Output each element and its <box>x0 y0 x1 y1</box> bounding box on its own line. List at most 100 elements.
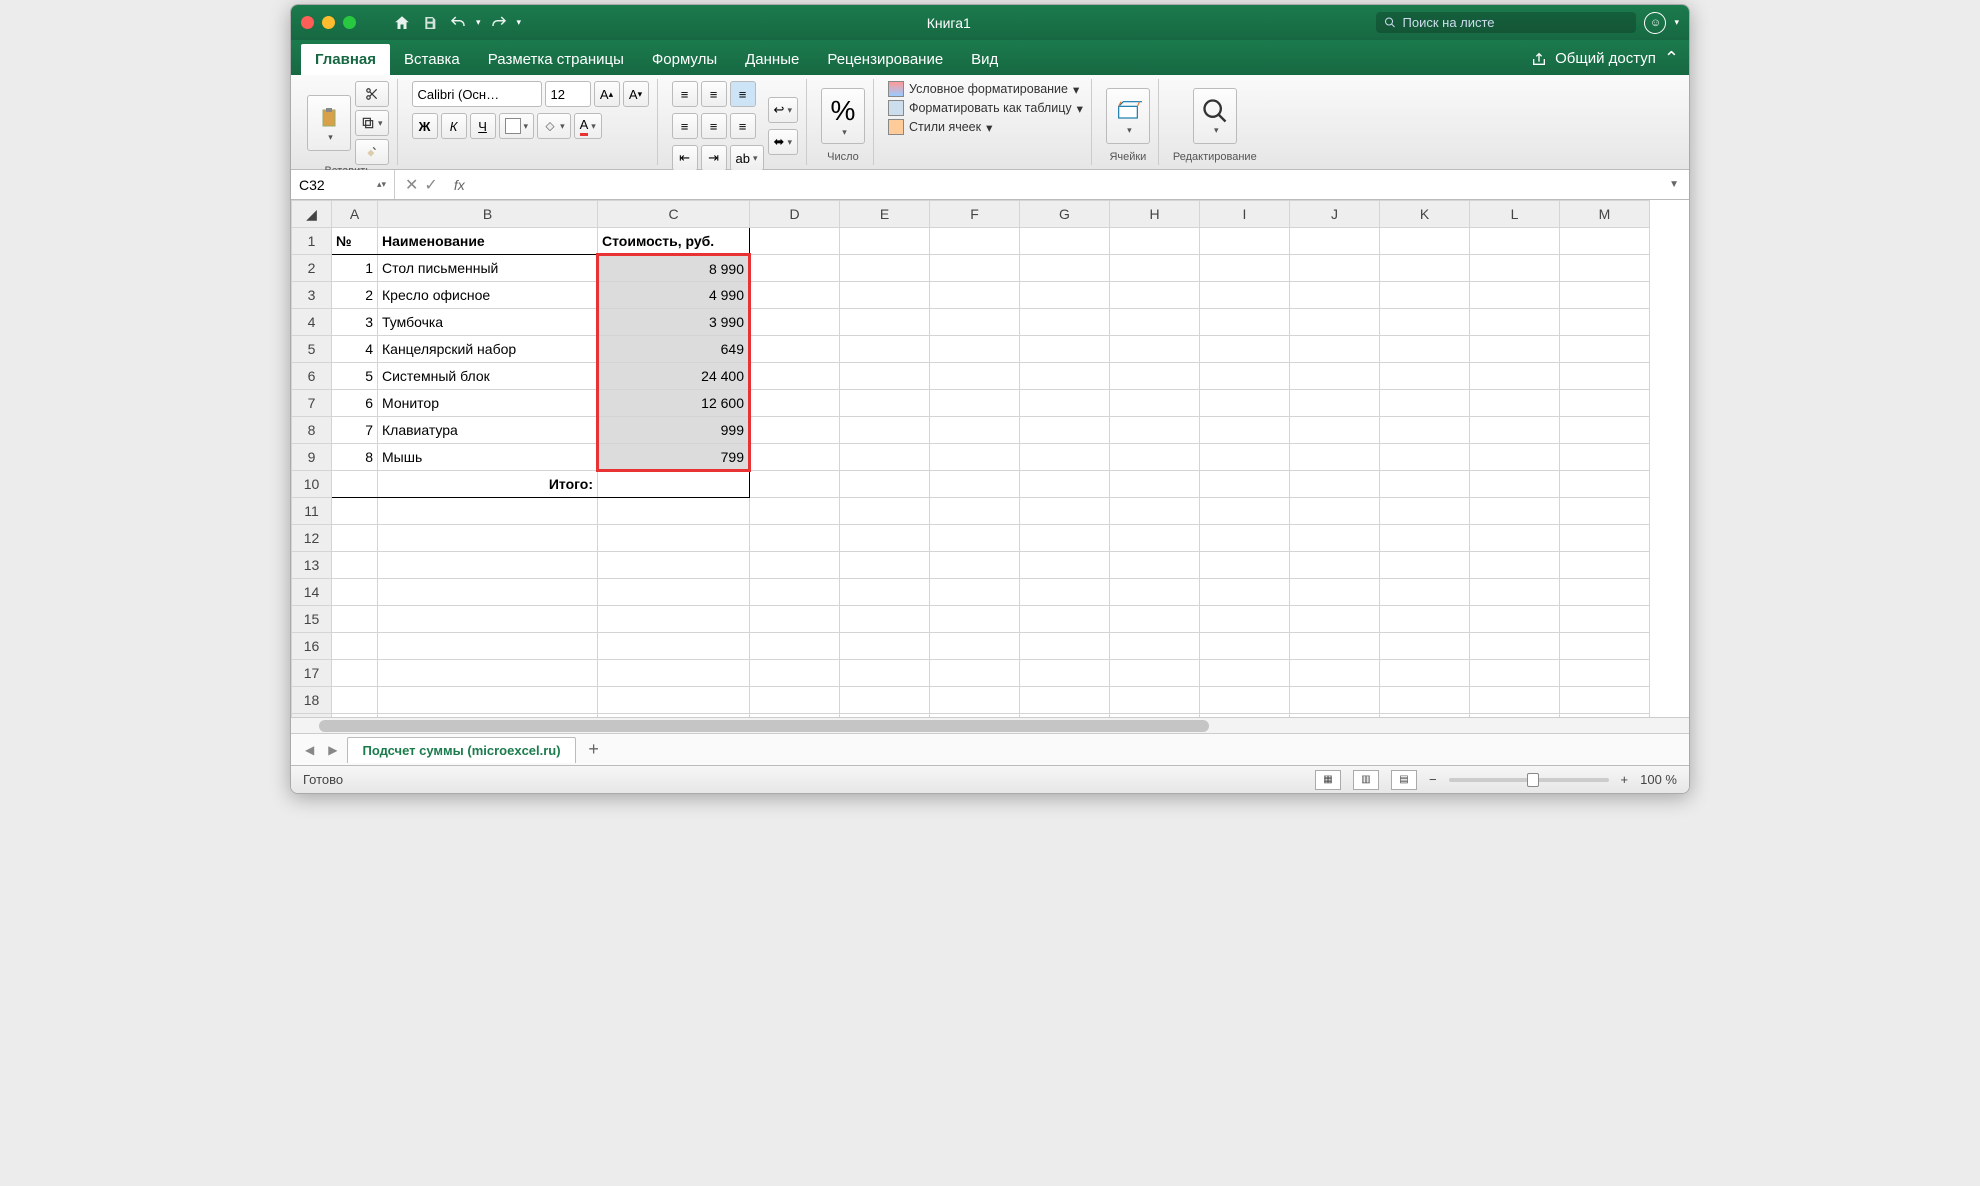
paste-button[interactable] <box>307 95 351 151</box>
cell[interactable]: 1 <box>332 255 378 282</box>
search-input[interactable] <box>1403 15 1629 30</box>
minimize-icon[interactable] <box>322 16 335 29</box>
editing-button[interactable] <box>1193 88 1237 144</box>
cell[interactable]: Клавиатура <box>378 417 598 444</box>
font-name-select[interactable] <box>412 81 542 107</box>
row-header[interactable]: 17 <box>292 660 332 687</box>
cut-button[interactable] <box>355 81 389 107</box>
cell-styles-button[interactable]: Стили ячеек ▾ <box>888 119 1083 135</box>
tab-formulas[interactable]: Формулы <box>638 44 731 75</box>
format-as-table-button[interactable]: Форматировать как таблицу ▾ <box>888 100 1083 116</box>
col-header[interactable]: B <box>378 201 598 228</box>
zoom-level[interactable]: 100 % <box>1640 772 1677 787</box>
increase-font-button[interactable]: A▴ <box>594 81 620 107</box>
zoom-slider[interactable] <box>1449 778 1609 782</box>
number-format-button[interactable]: % <box>821 88 865 144</box>
col-header[interactable]: M <box>1560 201 1650 228</box>
decrease-indent-button[interactable]: ⇤ <box>672 145 698 171</box>
col-header[interactable]: F <box>930 201 1020 228</box>
tab-view[interactable]: Вид <box>957 44 1012 75</box>
cell[interactable]: 2 <box>332 282 378 309</box>
cell[interactable]: 999 <box>598 417 750 444</box>
row-header[interactable]: 11 <box>292 498 332 525</box>
cell[interactable]: 6 <box>332 390 378 417</box>
align-center-button[interactable]: ≡ <box>701 113 727 139</box>
cancel-formula-icon[interactable]: ✕ <box>405 175 418 195</box>
conditional-formatting-button[interactable]: Условное форматирование ▾ <box>888 81 1083 97</box>
collapse-ribbon-icon[interactable]: ⌃ <box>1664 48 1679 69</box>
align-middle-button[interactable]: ≡ <box>701 81 727 107</box>
cell[interactable]: 5 <box>332 363 378 390</box>
prev-sheet-button[interactable]: ◀ <box>301 743 318 757</box>
enter-formula-icon[interactable]: ✓ <box>424 175 437 195</box>
home-icon[interactable] <box>392 13 412 33</box>
cell[interactable]: 3 990 <box>598 309 750 336</box>
formula-input[interactable] <box>471 177 1659 193</box>
select-all-corner[interactable]: ◢ <box>292 201 332 228</box>
col-header[interactable]: H <box>1110 201 1200 228</box>
tab-home[interactable]: Главная <box>301 44 390 75</box>
col-header[interactable]: D <box>750 201 840 228</box>
row-header[interactable]: 18 <box>292 687 332 714</box>
row-header[interactable]: 8 <box>292 417 332 444</box>
cell[interactable]: Стол письменный <box>378 255 598 282</box>
tab-review[interactable]: Рецензирование <box>813 44 957 75</box>
row-header[interactable]: 15 <box>292 606 332 633</box>
row-header[interactable]: 13 <box>292 552 332 579</box>
row-header[interactable]: 14 <box>292 579 332 606</box>
increase-indent-button[interactable]: ⇥ <box>701 145 727 171</box>
page-layout-view-button[interactable]: ▥ <box>1353 770 1379 790</box>
sheet-area[interactable]: ◢ A B C D E F G H I J K L M 1 № Наименов… <box>291 200 1689 717</box>
cell[interactable]: № <box>332 228 378 255</box>
cell[interactable]: Кресло офисное <box>378 282 598 309</box>
cell[interactable]: 3 <box>332 309 378 336</box>
col-header[interactable]: I <box>1200 201 1290 228</box>
zoom-in-button[interactable]: + <box>1621 772 1629 787</box>
italic-button[interactable]: К <box>441 113 467 139</box>
undo-icon[interactable] <box>448 13 468 33</box>
row-header[interactable]: 9 <box>292 444 332 471</box>
row-header[interactable]: 16 <box>292 633 332 660</box>
maximize-icon[interactable] <box>343 16 356 29</box>
fill-color-button[interactable] <box>537 113 571 139</box>
cell[interactable]: Монитор <box>378 390 598 417</box>
tab-insert[interactable]: Вставка <box>390 44 474 75</box>
col-header[interactable]: C <box>598 201 750 228</box>
cell[interactable]: Тумбочка <box>378 309 598 336</box>
tab-page-layout[interactable]: Разметка страницы <box>474 44 638 75</box>
cell[interactable]: 4 <box>332 336 378 363</box>
expand-formula-icon[interactable]: ▼ <box>1659 179 1689 190</box>
format-painter-button[interactable] <box>355 139 389 165</box>
font-color-button[interactable]: А <box>574 113 602 139</box>
cell[interactable]: 799 <box>598 444 750 471</box>
bold-button[interactable]: Ж <box>412 113 438 139</box>
underline-button[interactable]: Ч <box>470 113 496 139</box>
cell[interactable]: 7 <box>332 417 378 444</box>
cell[interactable]: 8 <box>332 444 378 471</box>
share-button[interactable]: Общий доступ <box>1555 50 1656 67</box>
horizontal-scrollbar[interactable] <box>291 717 1689 733</box>
decrease-font-button[interactable]: A▾ <box>623 81 649 107</box>
cell[interactable]: 12 600 <box>598 390 750 417</box>
page-break-view-button[interactable]: ▤ <box>1391 770 1417 790</box>
row-header[interactable]: 6 <box>292 363 332 390</box>
cell[interactable]: Стоимость, руб. <box>598 228 750 255</box>
next-sheet-button[interactable]: ▶ <box>324 743 341 757</box>
add-sheet-button[interactable]: + <box>582 738 606 762</box>
cells-button[interactable] <box>1106 88 1150 144</box>
cell[interactable]: Системный блок <box>378 363 598 390</box>
redo-icon[interactable] <box>489 13 509 33</box>
align-bottom-button[interactable]: ≡ <box>730 81 756 107</box>
row-header[interactable]: 1 <box>292 228 332 255</box>
align-right-button[interactable]: ≡ <box>730 113 756 139</box>
col-header[interactable]: J <box>1290 201 1380 228</box>
zoom-out-button[interactable]: − <box>1429 772 1437 787</box>
save-icon[interactable] <box>420 13 440 33</box>
copy-button[interactable] <box>355 110 389 136</box>
close-icon[interactable] <box>301 16 314 29</box>
feedback-icon[interactable]: ☺ <box>1644 12 1666 34</box>
col-header[interactable]: K <box>1380 201 1470 228</box>
cell[interactable]: Наименование <box>378 228 598 255</box>
border-button[interactable] <box>499 113 535 139</box>
cell[interactable]: Итого: <box>378 471 598 498</box>
